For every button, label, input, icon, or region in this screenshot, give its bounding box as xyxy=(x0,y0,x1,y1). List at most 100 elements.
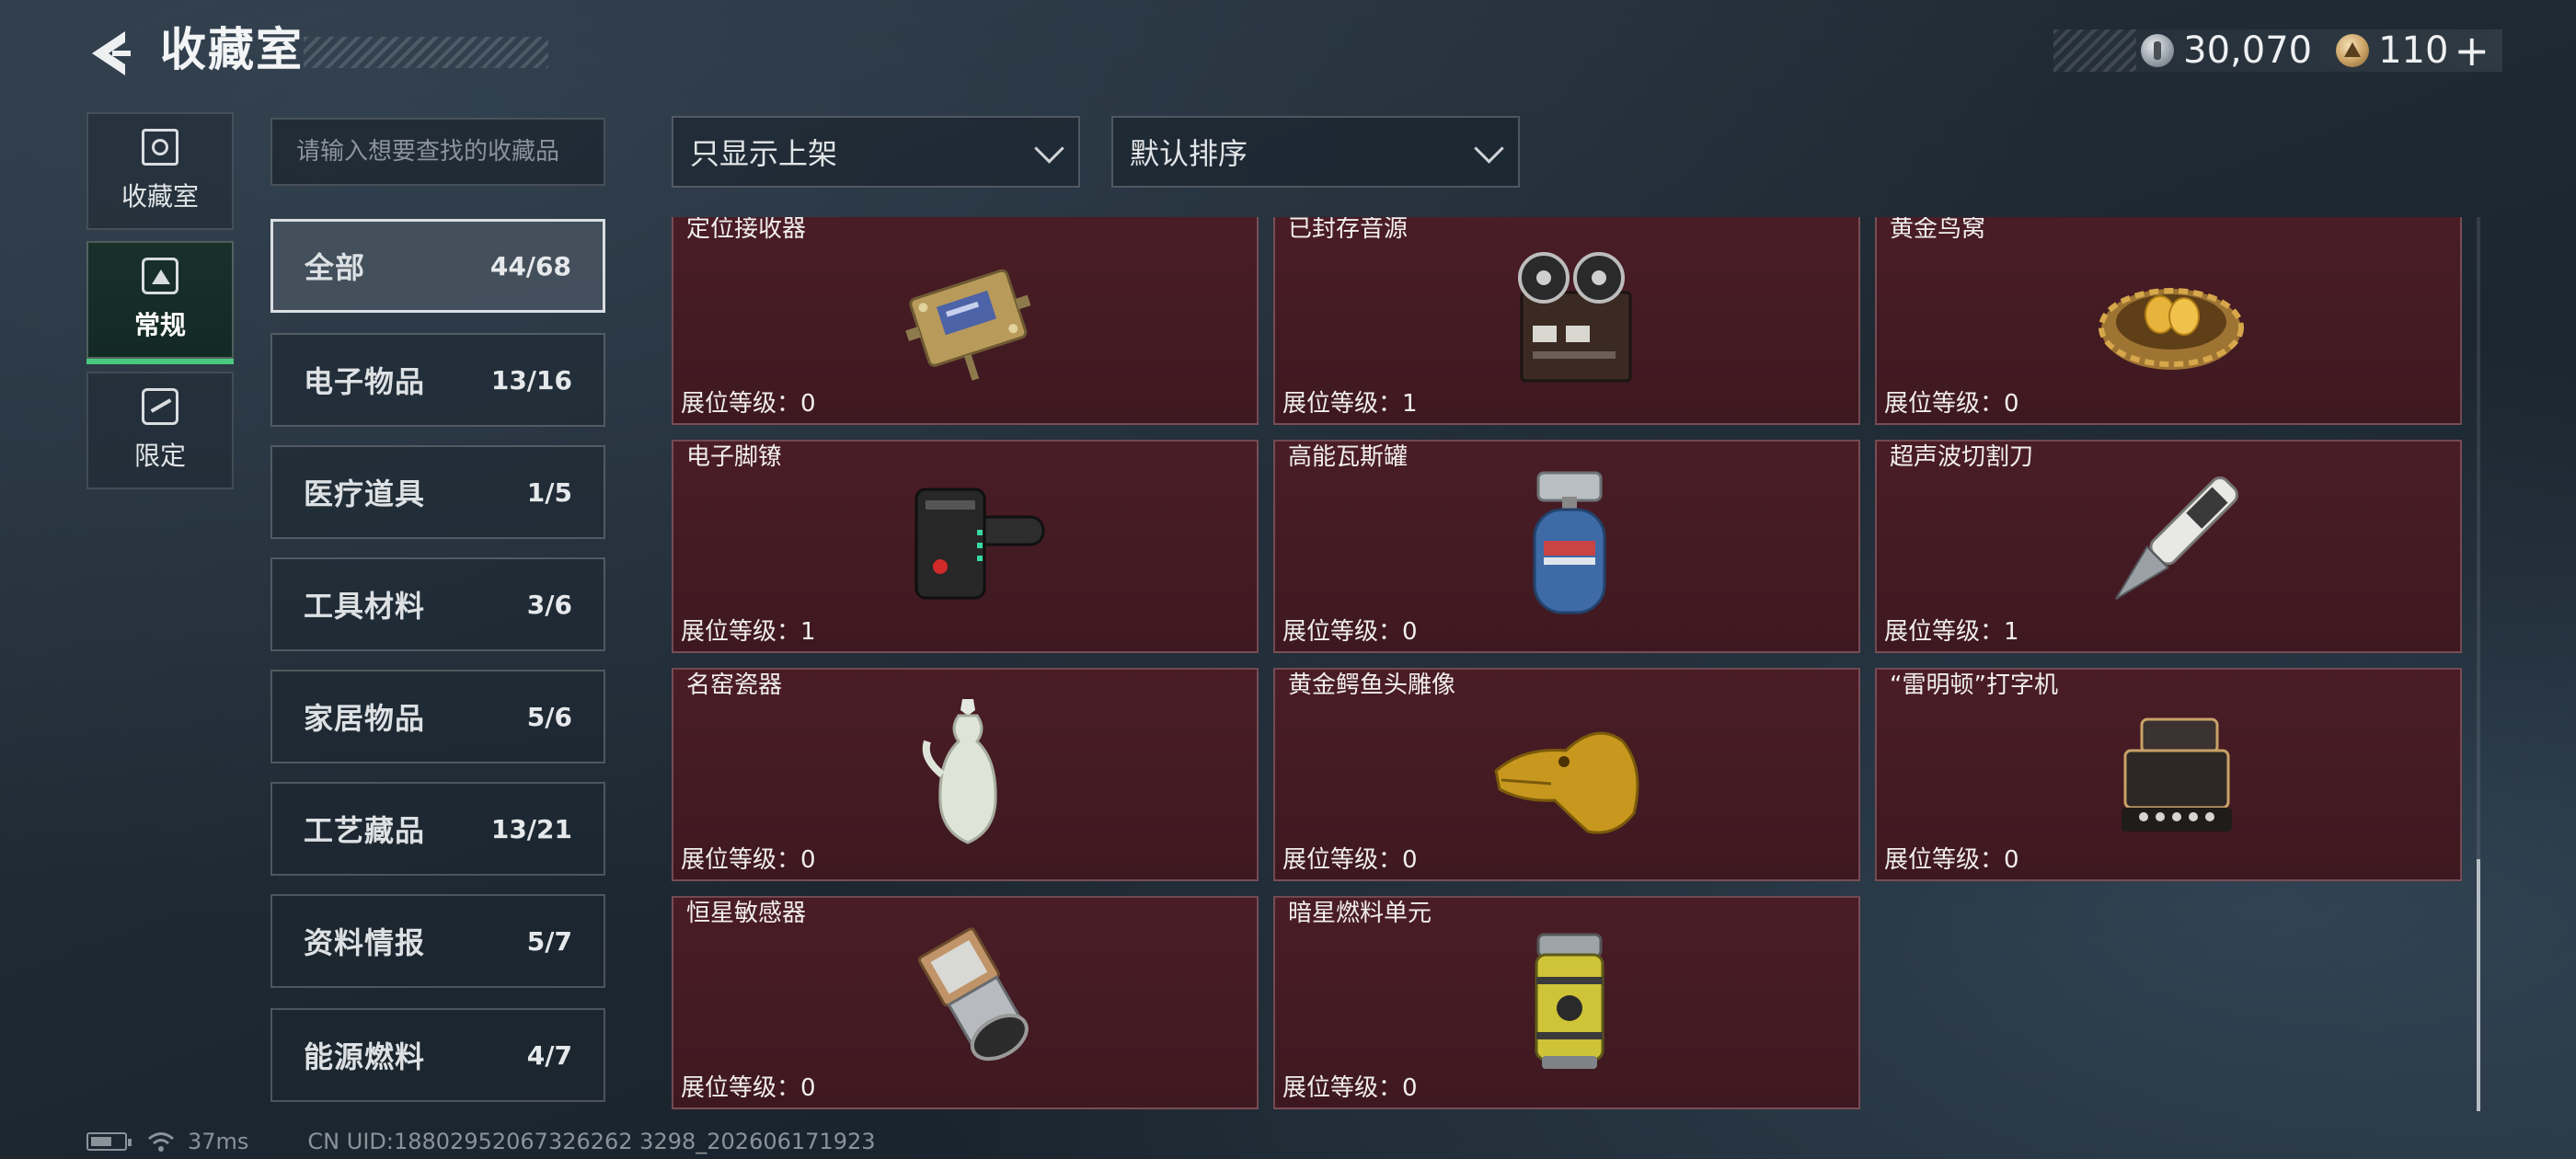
item-card[interactable]: 定位接收器 展位等级：0 xyxy=(672,217,1259,425)
item-card[interactable]: 暗星燃料单元 展位等级：0 xyxy=(1273,896,1860,1109)
item-name: 电子脚镣 xyxy=(686,443,783,471)
category-name: 家居物品 xyxy=(304,701,426,736)
category-intel[interactable]: 资料情报 5/7 xyxy=(270,894,605,988)
item-level: 展位等级：0 xyxy=(681,1074,816,1102)
category-tools[interactable]: 工具材料 3/6 xyxy=(270,557,605,651)
category-count: 13/16 xyxy=(490,364,572,396)
battery-icon xyxy=(86,1132,132,1151)
uid-text: CN UID:18802952067326262 3298_2026061719… xyxy=(307,1129,876,1154)
silver-amount: 30,070 xyxy=(2183,29,2313,72)
category-fuel[interactable]: 能源燃料 4/7 xyxy=(270,1008,605,1102)
status-bar: 37ms CN UID:18802952067326262 3298_20260… xyxy=(86,1128,876,1155)
category-count: 1/5 xyxy=(526,476,572,508)
vault-icon xyxy=(142,129,178,166)
add-currency-button[interactable]: + xyxy=(2454,29,2490,72)
item-level: 展位等级：1 xyxy=(681,618,816,646)
item-level: 展位等级：0 xyxy=(681,390,816,418)
header-decoration xyxy=(304,37,548,68)
category-count: 44/68 xyxy=(489,250,571,281)
item-name: 黄金鸟窝 xyxy=(1890,217,1986,243)
side-tab-vault[interactable]: 收藏室 xyxy=(86,112,234,230)
reel-tape-recorder-icon xyxy=(1518,252,1632,383)
category-name: 工具材料 xyxy=(304,589,426,624)
side-tab-limited[interactable]: 限定 xyxy=(86,372,234,489)
side-tab-label: 常规 xyxy=(133,310,186,340)
collection-grid[interactable]: 定位接收器 展位等级：0 已封存音源 展位等级：1 黄金鸟窝 展位等级：0 电子… xyxy=(670,217,2473,1109)
category-all[interactable]: 全部 44/68 xyxy=(270,219,605,313)
sort-value: 默认排序 xyxy=(1130,136,1248,171)
category-count: 5/7 xyxy=(526,925,572,957)
silver-coin-icon xyxy=(2141,34,2175,67)
item-name: 高能瓦斯罐 xyxy=(1288,443,1409,471)
item-name: 名窑瓷器 xyxy=(686,671,783,699)
item-level: 展位等级：0 xyxy=(1282,846,1418,874)
category-crafts[interactable]: 工艺藏品 13/21 xyxy=(270,782,605,876)
item-card[interactable]: 已封存音源 展位等级：1 xyxy=(1273,217,1860,425)
item-name: 已封存音源 xyxy=(1288,217,1409,243)
item-card[interactable]: 超声波切割刀 展位等级：1 xyxy=(1875,440,2462,653)
chevron-down-icon xyxy=(1034,138,1062,166)
category-electronics[interactable]: 电子物品 13/16 xyxy=(270,333,605,427)
star-sensor-icon xyxy=(917,927,1029,1061)
category-count: 13/21 xyxy=(490,813,572,844)
item-card[interactable]: 黄金鳄鱼头雕像 展位等级：0 xyxy=(1273,668,1860,881)
shelf-filter-dropdown[interactable]: 只显示上架 xyxy=(672,116,1080,188)
item-level: 展位等级：0 xyxy=(1282,618,1418,646)
category-household[interactable]: 家居物品 5/6 xyxy=(270,670,605,763)
category-medical[interactable]: 医疗道具 1/5 xyxy=(270,445,605,539)
category-name: 全部 xyxy=(305,250,366,285)
item-name: 超声波切割刀 xyxy=(1890,443,2034,471)
item-name: “雷明顿”打字机 xyxy=(1890,671,2058,699)
locator-receiver-icon xyxy=(905,269,1031,381)
category-name: 能源燃料 xyxy=(304,1039,426,1074)
gas-canister-icon xyxy=(1533,471,1606,614)
grid-scrollbar-thumb[interactable] xyxy=(2477,859,2480,1111)
side-tab-label: 收藏室 xyxy=(121,181,199,212)
item-name: 黄金鳄鱼头雕像 xyxy=(1288,671,1456,699)
item-level: 展位等级：0 xyxy=(1884,846,2019,874)
side-tab-label: 限定 xyxy=(133,441,186,471)
category-count: 4/7 xyxy=(526,1039,572,1071)
item-card[interactable]: “雷明顿”打字机 展位等级：0 xyxy=(1875,668,2462,881)
item-card[interactable]: 黄金鸟窝 展位等级：0 xyxy=(1875,217,2462,425)
category-count: 3/6 xyxy=(526,589,572,620)
wifi-icon xyxy=(148,1132,174,1152)
currency-bar: 30,070 110 + xyxy=(2053,29,2502,72)
fuel-cell-icon xyxy=(1535,933,1604,1069)
limited-icon xyxy=(142,388,178,425)
item-name: 恒星敏感器 xyxy=(686,900,807,927)
category-name: 资料情报 xyxy=(304,925,426,960)
golden-crocodile-icon xyxy=(1494,731,1639,834)
ultrasonic-cutter-icon xyxy=(2115,476,2239,600)
gold-amount: 110 xyxy=(2378,29,2449,72)
item-level: 展位等级：1 xyxy=(1884,618,2019,646)
page-title: 收藏室 xyxy=(160,23,304,76)
item-level: 展位等级：0 xyxy=(681,846,816,874)
category-name: 工艺藏品 xyxy=(304,813,426,848)
item-level: 展位等级：1 xyxy=(1282,390,1418,418)
gold-coin-icon xyxy=(2336,34,2370,67)
regular-icon xyxy=(142,258,178,294)
back-arrow-icon[interactable] xyxy=(85,28,136,79)
typewriter-icon xyxy=(2122,717,2232,832)
item-name: 定位接收器 xyxy=(686,217,807,243)
item-card[interactable]: 高能瓦斯罐 展位等级：0 xyxy=(1273,440,1860,653)
golden-nest-icon xyxy=(2099,288,2244,370)
side-tab-regular[interactable]: 常规 xyxy=(86,241,234,364)
item-name: 暗星燃料单元 xyxy=(1288,900,1432,927)
item-level: 展位等级：0 xyxy=(1884,390,2019,418)
category-name: 医疗道具 xyxy=(304,476,426,511)
item-level: 展位等级：0 xyxy=(1282,1074,1418,1102)
category-count: 5/6 xyxy=(526,701,572,732)
category-name: 电子物品 xyxy=(304,364,426,399)
item-card[interactable]: 电子脚镣 展位等级：1 xyxy=(672,440,1259,653)
chevron-down-icon xyxy=(1474,138,1501,166)
ping-text: 37ms xyxy=(188,1129,249,1154)
porcelain-vase-icon xyxy=(922,699,997,844)
item-card[interactable]: 名窑瓷器 展位等级：0 xyxy=(672,668,1259,881)
sort-dropdown[interactable]: 默认排序 xyxy=(1111,116,1520,188)
electronic-anklet-icon xyxy=(914,488,1045,600)
item-card[interactable]: 恒星敏感器 展位等级：0 xyxy=(672,896,1259,1109)
search-input[interactable]: 请输入想要查找的收藏品 xyxy=(270,118,605,186)
shelf-filter-value: 只显示上架 xyxy=(690,136,838,171)
